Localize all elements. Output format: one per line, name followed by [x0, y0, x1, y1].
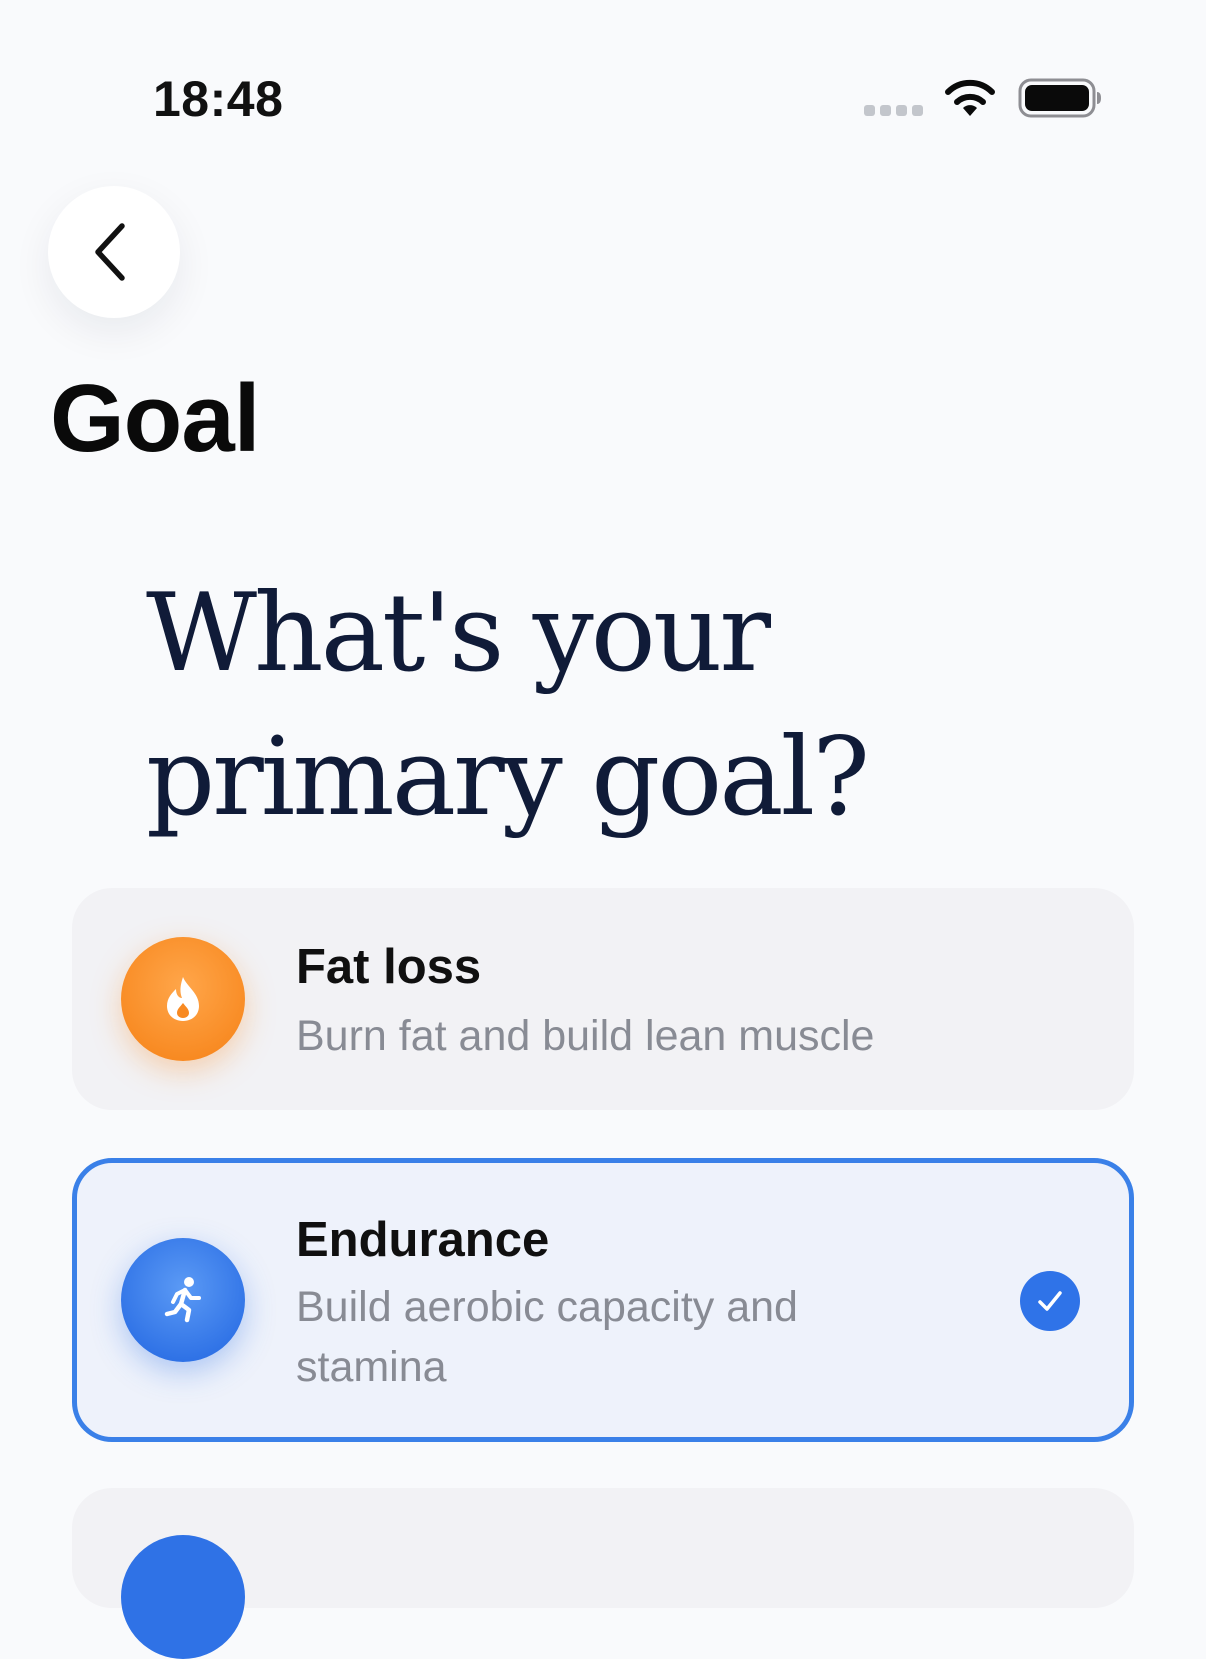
question-line-2: primary goal?: [146, 715, 870, 840]
chevron-left-icon: [95, 223, 125, 281]
wifi-icon: [945, 79, 995, 116]
selected-check-icon: [1020, 1271, 1080, 1331]
question-heading: What's your primary goal?: [146, 562, 870, 850]
back-button[interactable]: [48, 186, 180, 318]
option-card-partial[interactable]: [72, 1488, 1134, 1659]
checkmark-icon: [1038, 1291, 1062, 1311]
signal-dots-icon: [864, 105, 923, 116]
option-title: Fat loss: [296, 940, 482, 994]
question-line-1: What's your: [146, 571, 771, 696]
running-person-icon: [164, 1277, 201, 1323]
option-title: Endurance: [296, 1213, 550, 1267]
status-time: 18:48: [153, 71, 284, 127]
battery-icon: [1018, 78, 1101, 118]
partial-option-icon: [121, 1535, 245, 1659]
option-description: Burn fat and build lean muscle: [296, 1012, 875, 1060]
fat-loss-icon-badge: [121, 937, 245, 1061]
flame-icon: [167, 977, 199, 1021]
page-title: Goal: [50, 365, 260, 472]
option-card-fat-loss[interactable]: Fat loss Burn fat and build lean muscle: [72, 888, 1134, 1110]
option-card-endurance[interactable]: Endurance Build aerobic capacity and sta…: [72, 1158, 1134, 1442]
endurance-icon-badge: [121, 1238, 245, 1362]
option-description: Build aerobic capacity and stamina: [296, 1283, 798, 1391]
